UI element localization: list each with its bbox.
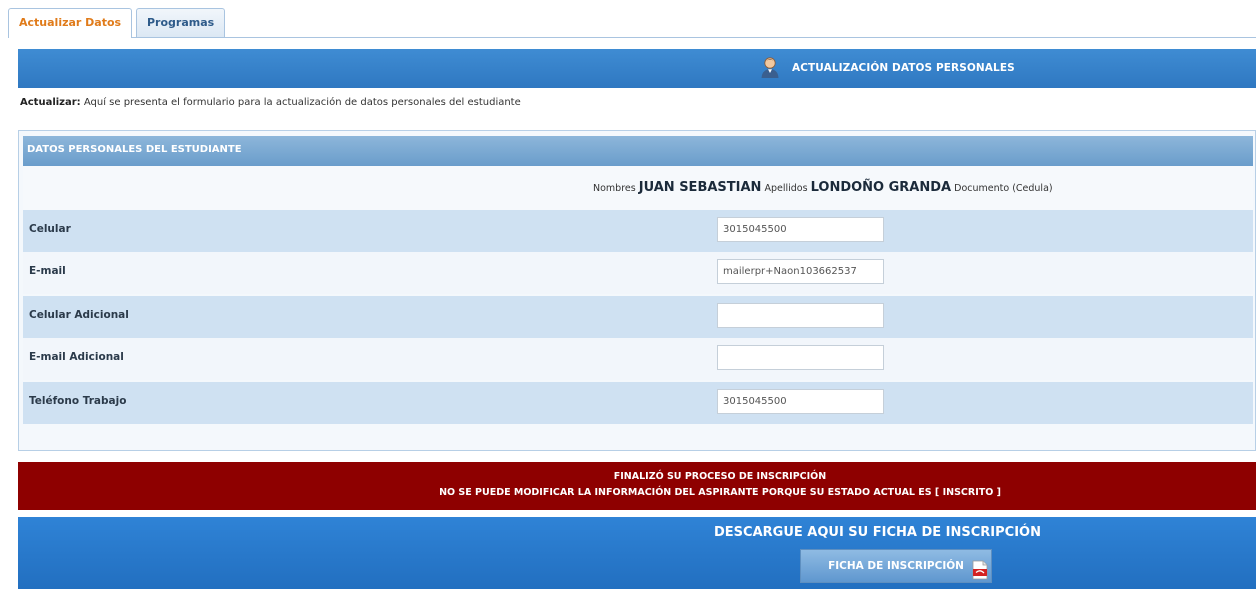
telefono-trabajo-input[interactable] (717, 389, 884, 414)
panel-title: DATOS PERSONALES DEL ESTUDIANTE (23, 136, 1253, 166)
form-row-email-adicional: E-mail Adicional (23, 338, 1253, 380)
form-row-celular-adicional: Celular Adicional (23, 296, 1253, 338)
tab-bar: Actualizar Datos Programas (8, 8, 1256, 38)
student-name-line: Nombres JUAN SEBASTIAN Apellidos LONDOÑO… (593, 180, 1053, 195)
tab-actualizar-datos[interactable]: Actualizar Datos (8, 8, 133, 38)
page-header: ACTUALIZACIÓN DATOS PERSONALES (18, 49, 1256, 88)
telefono-trabajo-label: Teléfono Trabajo (29, 395, 127, 407)
celular-adicional-input[interactable] (717, 303, 884, 328)
email-adicional-label: E-mail Adicional (29, 351, 124, 363)
status-alert: FINALIZÓ SU PROCESO DE INSCRIPCIÓN NO SE… (18, 462, 1256, 510)
apellidos-label: Apellidos (764, 183, 808, 194)
celular-label: Celular (29, 223, 71, 235)
alert-line-2: NO SE PUEDE MODIFICAR LA INFORMACIÓN DEL… (439, 487, 1001, 498)
page-title: ACTUALIZACIÓN DATOS PERSONALES (792, 62, 1015, 74)
celular-input[interactable] (717, 217, 884, 242)
student-name-row: Nombres JUAN SEBASTIAN Apellidos LONDOÑO… (23, 166, 1253, 210)
ficha-inscripcion-button[interactable]: FICHA DE INSCRIPCIÓN (800, 549, 992, 583)
intro-label: Actualizar: (20, 97, 81, 108)
apellidos-value: LONDOÑO GRANDA (810, 180, 952, 195)
email-input[interactable] (717, 259, 884, 284)
ficha-button-label: FICHA DE INSCRIPCIÓN (828, 560, 964, 572)
nombres-label: Nombres (593, 183, 636, 194)
tab-programas[interactable]: Programas (136, 8, 226, 37)
pdf-icon (972, 560, 988, 593)
form-row-email: E-mail (23, 252, 1253, 294)
form-row-celular: Celular (23, 210, 1253, 252)
form-row-telefono-trabajo: Teléfono Trabajo (23, 382, 1253, 424)
email-adicional-input[interactable] (717, 345, 884, 370)
email-label: E-mail (29, 265, 66, 277)
intro-text: Actualizar: Aquí se presenta el formular… (20, 97, 521, 108)
nombres-value: JUAN SEBASTIAN (638, 180, 762, 195)
documento-label: Documento (Cedula) (954, 183, 1053, 194)
download-title: DESCARGUE AQUI SU FICHA DE INSCRIPCIÓN (714, 525, 1041, 540)
intro-description: Aquí se presenta el formulario para la a… (80, 97, 521, 108)
user-avatar-icon (760, 56, 780, 81)
download-section: DESCARGUE AQUI SU FICHA DE INSCRIPCIÓN F… (18, 517, 1256, 589)
personal-data-panel: DATOS PERSONALES DEL ESTUDIANTE Nombres … (18, 130, 1256, 451)
alert-line-1: FINALIZÓ SU PROCESO DE INSCRIPCIÓN (613, 471, 827, 482)
celular-adicional-label: Celular Adicional (29, 309, 129, 321)
